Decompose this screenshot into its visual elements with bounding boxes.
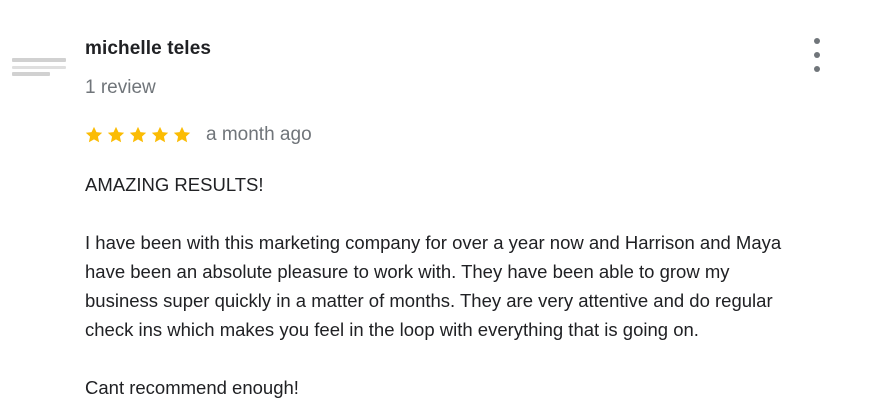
review-line: I have been with this marketing company …	[85, 232, 782, 253]
more-options-button[interactable]	[806, 38, 828, 72]
review-time: a month ago	[206, 124, 312, 145]
rating-row: a month ago	[84, 122, 312, 148]
avatar-image-stripe	[12, 58, 66, 62]
avatar-image-stripe	[12, 65, 66, 69]
star-icon	[106, 125, 126, 145]
review-closing: Cant recommend enough!	[85, 377, 299, 398]
more-vert-icon	[814, 38, 820, 44]
star-icon	[150, 125, 170, 145]
star-icon	[128, 125, 148, 145]
review-headline: AMAZING RESULTS!	[85, 174, 264, 195]
star-icon	[172, 125, 192, 145]
reviewer-name[interactable]: michelle teles	[85, 38, 211, 60]
avatar[interactable]	[12, 58, 66, 76]
review-line: have been an absolute pleasure to work w…	[85, 261, 730, 282]
star-icon	[84, 125, 104, 145]
review-line: check ins which makes you feel in the lo…	[85, 319, 699, 340]
star-rating	[84, 125, 192, 145]
more-vert-icon	[814, 66, 820, 72]
reviewer-review-count: 1 review	[85, 77, 156, 98]
review-line: business super quickly in a matter of mo…	[85, 290, 773, 311]
more-vert-icon	[814, 52, 820, 58]
avatar-image-stripe	[12, 72, 50, 76]
review-body: AMAZING RESULTS! I have been with this m…	[85, 170, 885, 402]
